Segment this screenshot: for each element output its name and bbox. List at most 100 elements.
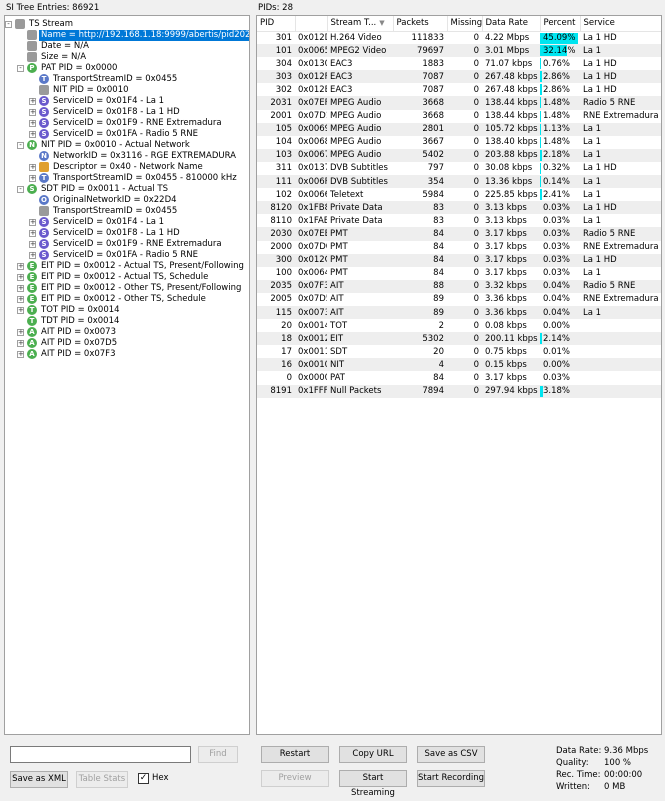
table-row[interactable]: 81100x1FAEPrivate Data8303.13 kbps0.03%L…	[257, 214, 661, 227]
col-header-data-rate[interactable]: Data Rate	[482, 16, 540, 31]
expand-icon[interactable]: +	[29, 175, 36, 182]
col-header-percent[interactable]: Percent	[540, 16, 580, 31]
expand-icon[interactable]: +	[29, 252, 36, 259]
table-row[interactable]: 20350x07F3AIT8803.32 kbps0.04%Radio 5 RN…	[257, 280, 661, 293]
collapse-icon[interactable]: -	[17, 142, 24, 149]
save-as-xml-button[interactable]: Save as XML	[10, 771, 68, 788]
cell-missing: 0	[447, 175, 482, 188]
cell-missing: 0	[447, 201, 482, 214]
cell-service: La 1 HD	[580, 31, 661, 44]
cell-hex: 0x0014	[295, 319, 327, 332]
table-row[interactable]: 3040x0130EAC31883071.07 kbps0.76%La 1 HD	[257, 57, 661, 70]
table-row[interactable]: 1030x0067MPEG Audio54020203.88 kbps2.18%…	[257, 149, 661, 162]
table-row[interactable]: 180x0012EIT53020200.11 kbps2.14%	[257, 332, 661, 345]
table-row[interactable]: 160x0010NIT400.15 kbps0.00%	[257, 358, 661, 371]
col-header-stream-type[interactable]: Stream T...▼	[327, 16, 393, 31]
cell-missing: 0	[447, 149, 482, 162]
expand-icon[interactable]: +	[29, 241, 36, 248]
col-header-pid[interactable]: PID	[257, 16, 295, 31]
table-row[interactable]: 00x0000PAT8403.17 kbps0.03%	[257, 371, 661, 384]
cell-percent: 1.48%	[540, 96, 580, 109]
table-row[interactable]: 20050x07D5AIT8903.36 kbps0.04%RNE Extrem…	[257, 293, 661, 306]
si-tree[interactable]: -TS StreamName = http://192.168.1.18:999…	[4, 15, 250, 735]
cell-pid: 2005	[257, 293, 295, 306]
expand-icon[interactable]: +	[29, 230, 36, 237]
percent-bar	[540, 189, 542, 200]
collapse-icon[interactable]: -	[17, 65, 24, 72]
tree-node-icon: S	[39, 96, 49, 106]
table-row[interactable]: 20000x07D0PMT8403.17 kbps0.03%RNE Extrem…	[257, 241, 661, 254]
table-row[interactable]: 20010x07D1MPEG Audio36680138.44 kbps1.48…	[257, 110, 661, 123]
expand-icon[interactable]: +	[17, 285, 24, 292]
table-row[interactable]: 1110x006FDVB Subtitles354013.36 kbps0.14…	[257, 175, 661, 188]
cell-pid: 304	[257, 57, 295, 70]
hex-checkbox[interactable]: ✓	[138, 773, 149, 784]
cell-packets: 5302	[393, 332, 447, 345]
pid-table-panel[interactable]: PID Stream T...▼ Packets Missing Data Ra…	[256, 15, 662, 735]
cell-hex: 0x0012	[295, 332, 327, 345]
start-streaming-button[interactable]: Start Streaming	[339, 770, 407, 787]
cell-service	[580, 358, 661, 371]
start-recording-button[interactable]: Start Recording	[417, 770, 485, 787]
table-row[interactable]: 81910x1FFFNull Packets78940297.94 kbps3.…	[257, 385, 661, 398]
expand-icon[interactable]: +	[29, 131, 36, 138]
table-row[interactable]: 200x0014TOT200.08 kbps0.00%	[257, 319, 661, 332]
col-header-missing[interactable]: Missing	[447, 16, 482, 31]
tree-node-label: Descriptor = 0x40 - Network Name	[53, 162, 203, 173]
table-row[interactable]: 1010x0065MPEG2 Video7969703.01 Mbps32.14…	[257, 44, 661, 57]
cell-missing: 0	[447, 110, 482, 123]
restart-button[interactable]: Restart	[261, 746, 329, 763]
preview-button[interactable]: Preview	[261, 770, 329, 787]
tree-node-icon: E	[27, 261, 37, 271]
find-button[interactable]: Find	[198, 746, 238, 763]
search-input[interactable]	[10, 746, 191, 763]
written-label: Written:	[556, 782, 590, 792]
expand-icon[interactable]: +	[17, 351, 24, 358]
expand-icon[interactable]: +	[17, 274, 24, 281]
cell-type: EAC3	[327, 70, 393, 83]
cell-percent-text: 0.03%	[543, 203, 570, 213]
expand-icon[interactable]: +	[29, 98, 36, 105]
table-row[interactable]: 3030x012FEAC370870267.48 kbps2.86%La 1 H…	[257, 70, 661, 83]
table-row[interactable]: 81200x1FB8Private Data8303.13 kbps0.03%L…	[257, 201, 661, 214]
expand-icon[interactable]: +	[29, 109, 36, 116]
copy-url-button[interactable]: Copy URL	[339, 746, 407, 763]
cell-percent-text: 0.01%	[543, 347, 570, 357]
cell-service: La 1	[580, 136, 661, 149]
expand-icon[interactable]: +	[29, 120, 36, 127]
table-row[interactable]: 3010x012DH.264 Video11183304.22 Mbps45.0…	[257, 31, 661, 44]
table-row[interactable]: 1150x0073AIT8903.36 kbps0.04%La 1	[257, 306, 661, 319]
table-row[interactable]: 3110x0137DVB Subtitles797030.08 kbps0.32…	[257, 162, 661, 175]
table-stats-button[interactable]: Table Stats	[76, 771, 128, 788]
col-header-service[interactable]: Service	[580, 16, 661, 31]
cell-pid: 115	[257, 306, 295, 319]
cell-missing: 0	[447, 371, 482, 384]
tree-node-icon	[27, 41, 37, 51]
expand-icon[interactable]: +	[17, 307, 24, 314]
save-as-csv-button[interactable]: Save as CSV	[417, 746, 485, 763]
expand-icon[interactable]: +	[17, 263, 24, 270]
table-row[interactable]: 1000x0064PMT8403.17 kbps0.03%La 1	[257, 267, 661, 280]
table-row[interactable]: 20310x07EFMPEG Audio36680138.44 kbps1.48…	[257, 96, 661, 109]
collapse-icon[interactable]: -	[5, 21, 12, 28]
expand-icon[interactable]: +	[17, 340, 24, 347]
table-row[interactable]: 170x0011SDT2000.75 kbps0.01%	[257, 345, 661, 358]
collapse-icon[interactable]: -	[17, 186, 24, 193]
table-row[interactable]: 1040x0068MPEG Audio36670138.40 kbps1.48%…	[257, 136, 661, 149]
expand-icon[interactable]: +	[29, 164, 36, 171]
col-header-hex[interactable]	[295, 16, 327, 31]
col-header-packets[interactable]: Packets	[393, 16, 447, 31]
expand-icon[interactable]: +	[17, 296, 24, 303]
table-row[interactable]: 1050x0069MPEG Audio28010105.72 kbps1.13%…	[257, 123, 661, 136]
pid-table[interactable]: PID Stream T...▼ Packets Missing Data Ra…	[257, 16, 662, 398]
tree-node-label: TransportStreamID = 0x0455	[53, 74, 177, 85]
table-row[interactable]: 3000x012CPMT8403.17 kbps0.03%La 1 HD	[257, 254, 661, 267]
cell-missing: 0	[447, 188, 482, 201]
cell-percent: 0.00%	[540, 319, 580, 332]
expand-icon[interactable]: +	[29, 219, 36, 226]
table-row[interactable]: 1020x0066Teletext59840225.85 kbps2.41%La…	[257, 188, 661, 201]
table-row[interactable]: 20300x07EEPMT8403.17 kbps0.03%Radio 5 RN…	[257, 227, 661, 240]
expand-icon[interactable]: +	[17, 329, 24, 336]
cell-service: La 1	[580, 149, 661, 162]
table-row[interactable]: 3020x012EEAC370870267.48 kbps2.86%La 1 H…	[257, 83, 661, 96]
